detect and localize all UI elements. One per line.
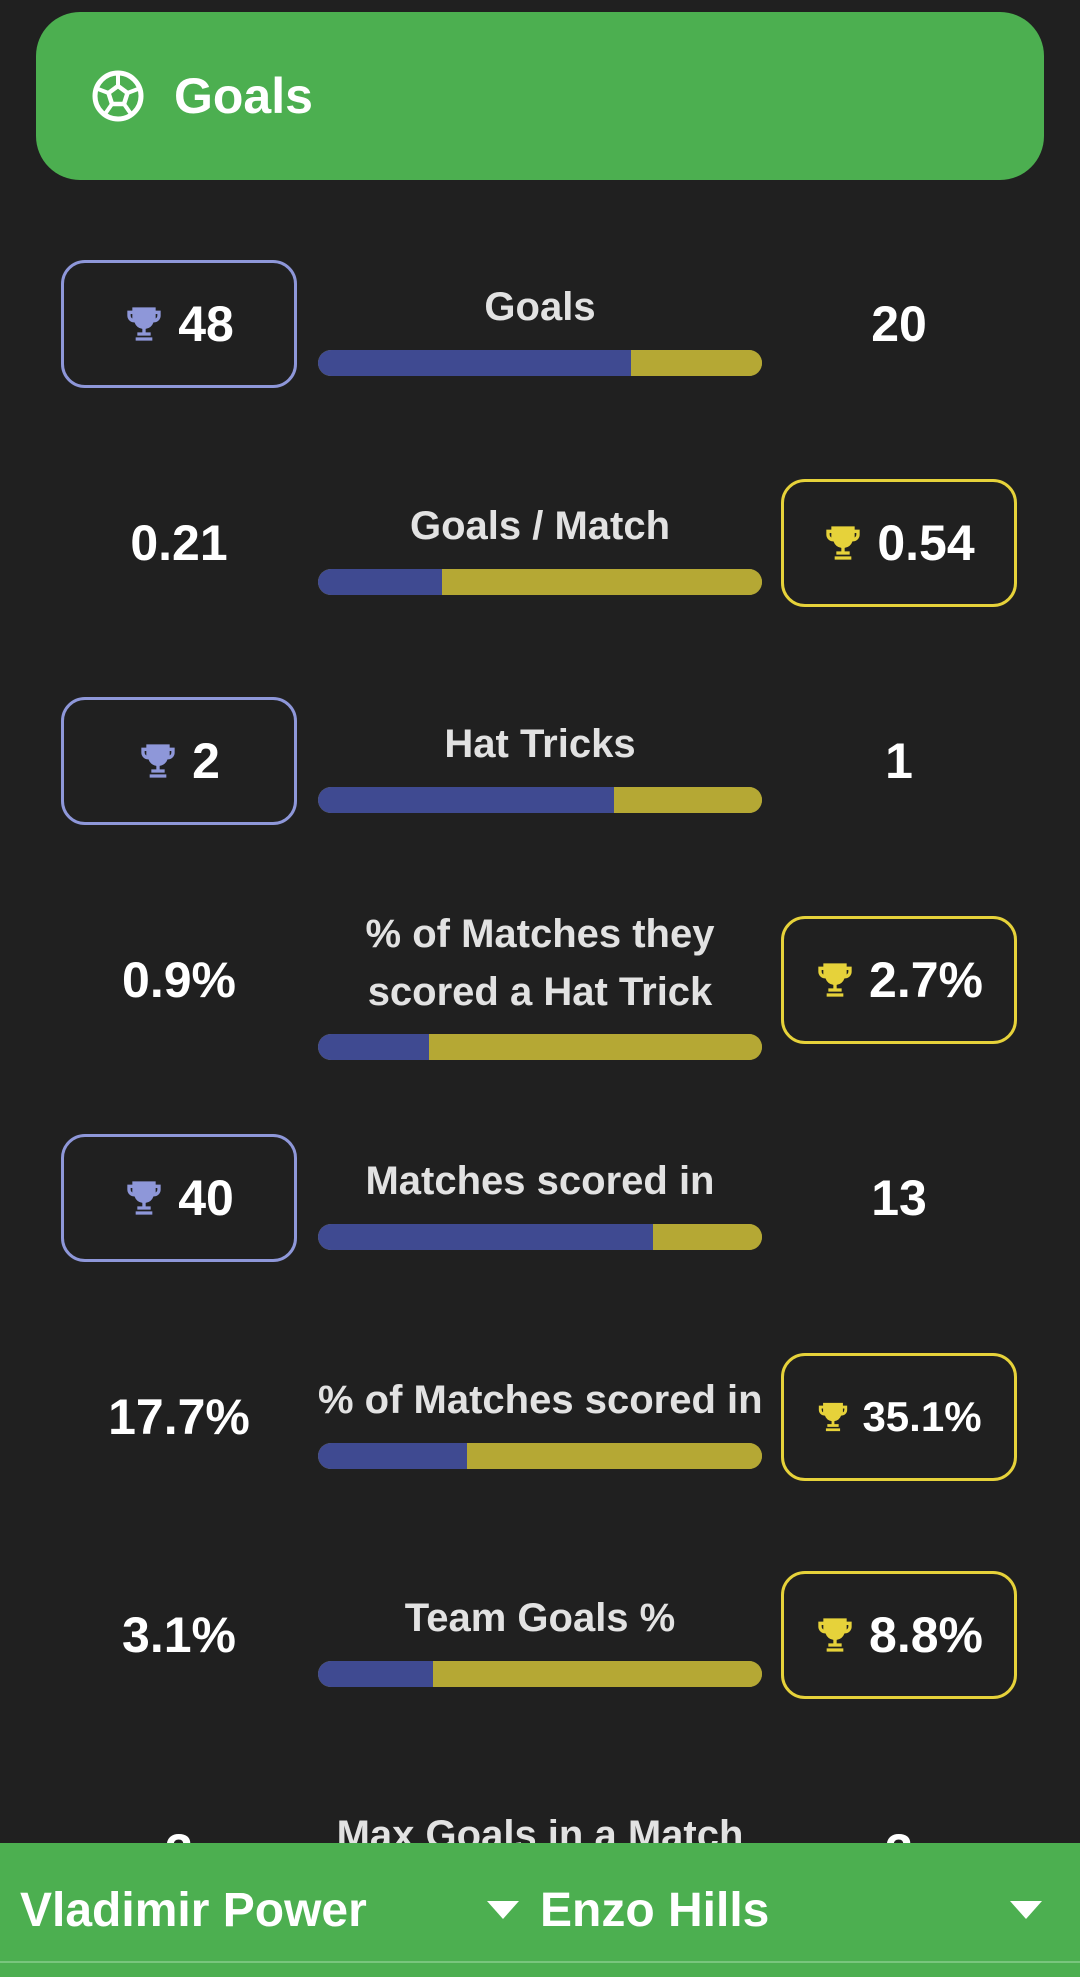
trophy-icon <box>124 1178 164 1218</box>
player1-bar-fill <box>318 1224 654 1250</box>
player2-bar-fill <box>614 787 762 813</box>
stat-label: Team Goals % <box>404 1596 676 1640</box>
player2-bar-fill <box>631 350 762 376</box>
trophy-icon <box>124 304 164 344</box>
section-header-goals[interactable]: Goals <box>36 12 1044 180</box>
player1-dropdown[interactable]: Vladimir Power <box>20 1843 367 1977</box>
player2-value: 0.54 <box>781 479 1017 607</box>
player1-bar-fill <box>318 569 443 595</box>
player2-value: 1 <box>885 733 913 789</box>
comparison-bar <box>318 787 762 813</box>
player2-bar-fill <box>429 1034 762 1060</box>
player2-value: 35.1% <box>781 1353 1017 1481</box>
stat-label-line1: % of Matches they <box>365 912 715 956</box>
player1-value: 17.7% <box>108 1389 250 1445</box>
player1-bar-fill <box>318 350 632 376</box>
section-title: Goals <box>174 68 313 124</box>
trophy-icon <box>815 1615 855 1655</box>
player2-dropdown[interactable]: Enzo Hills <box>540 1843 769 1977</box>
player1-bar-fill <box>318 787 615 813</box>
soccer-ball-icon <box>90 68 146 124</box>
dropdown-underline <box>0 1961 1080 1963</box>
stat-label-line2: scored a Hat Trick <box>367 970 713 1014</box>
stat-label: Goals <box>484 285 596 329</box>
stat-label: Matches scored in <box>365 1159 715 1203</box>
player1-value: 2 <box>61 697 297 825</box>
player2-bar-fill <box>466 1443 762 1469</box>
trophy-icon <box>823 523 863 563</box>
player2-bar-fill <box>433 1661 762 1687</box>
stat-label: Hat Tricks <box>444 722 636 766</box>
player2-value: 2.7% <box>781 916 1017 1044</box>
player1-bar-fill <box>318 1661 434 1687</box>
player2-value: 8.8% <box>781 1571 1017 1699</box>
player1-value: 48 <box>61 260 297 388</box>
stat-label: Goals / Match <box>409 504 671 548</box>
player1-bar-fill <box>318 1443 467 1469</box>
player2-value: 20 <box>871 296 927 352</box>
comparison-bar <box>318 350 762 376</box>
player1-value: 0.9% <box>122 952 236 1008</box>
player-selector-bar: Vladimir Power Enzo Hills <box>0 1843 1080 1977</box>
player1-bar-fill <box>318 1034 429 1060</box>
comparison-bar <box>318 1034 762 1060</box>
player1-value: 0.21 <box>130 515 228 571</box>
trophy-icon <box>815 960 855 1000</box>
trophy-icon <box>138 741 178 781</box>
player2-value: 13 <box>871 1170 927 1226</box>
player2-name: Enzo Hills <box>540 1883 770 1937</box>
comparison-bar <box>318 1224 762 1250</box>
stat-label: % of Matches scored in <box>318 1378 763 1422</box>
trophy-icon <box>816 1400 850 1434</box>
player1-value: 3.1% <box>122 1607 236 1663</box>
comparison-bar <box>318 1661 762 1687</box>
chevron-down-icon[interactable] <box>1010 1901 1042 1919</box>
player1-value: 40 <box>61 1134 297 1262</box>
comparison-bar <box>318 569 762 595</box>
player1-name: Vladimir Power <box>20 1883 367 1937</box>
chevron-down-icon[interactable] <box>487 1901 519 1919</box>
comparison-bar <box>318 1443 762 1469</box>
player2-bar-fill <box>442 569 762 595</box>
player2-bar-fill <box>653 1224 762 1250</box>
